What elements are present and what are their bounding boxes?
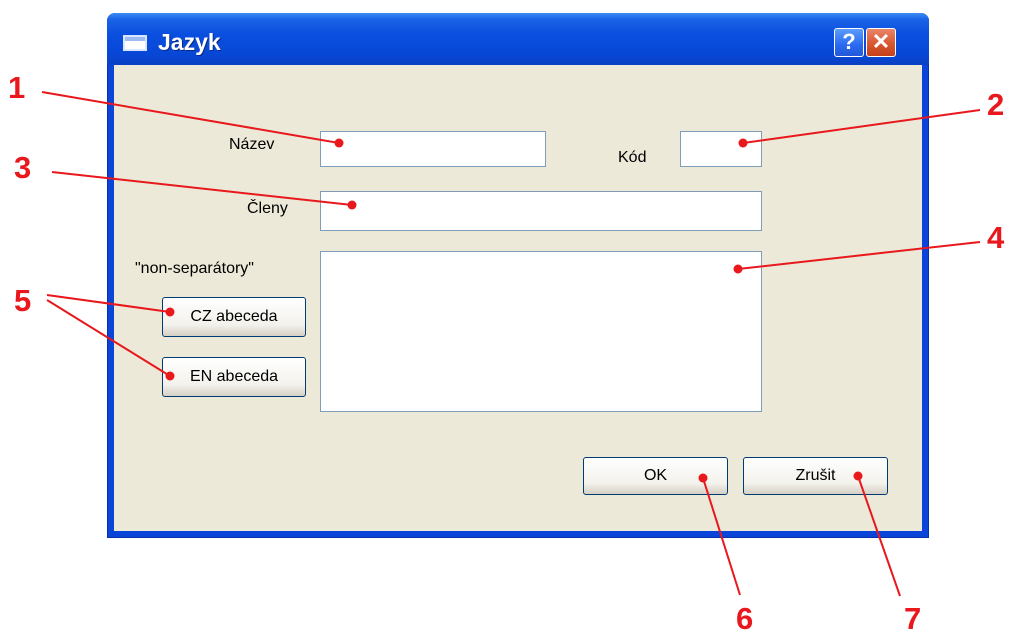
window-icon: [123, 35, 147, 51]
callout-number-2: 2: [987, 87, 1005, 122]
nazev-input[interactable]: [320, 131, 546, 167]
nonseparatory-label: "non-separátory": [135, 260, 254, 277]
callout-number-7: 7: [904, 601, 922, 636]
en-abeceda-button[interactable]: EN abeceda: [162, 357, 306, 397]
nonseparatory-textarea[interactable]: [320, 251, 762, 412]
title-bar[interactable]: Jazyk ? ✕: [107, 13, 929, 65]
cancel-button[interactable]: Zrušit: [743, 457, 888, 495]
kod-input[interactable]: [680, 131, 762, 167]
callout-number-5: 5: [14, 283, 32, 318]
callout-number-3: 3: [14, 150, 32, 185]
window-title: Jazyk: [158, 29, 221, 55]
cleny-label: Členy: [247, 200, 288, 217]
kod-label: Kód: [618, 149, 647, 166]
callout-number-4: 4: [987, 220, 1005, 255]
ok-button[interactable]: OK: [583, 457, 728, 495]
close-button[interactable]: ✕: [866, 28, 896, 57]
nazev-label: Název: [229, 136, 275, 153]
callout-number-1: 1: [8, 70, 26, 105]
cleny-input[interactable]: [320, 191, 762, 231]
callout-number-6: 6: [736, 601, 754, 636]
help-button[interactable]: ?: [834, 28, 864, 57]
cz-abeceda-button[interactable]: CZ abeceda: [162, 297, 306, 337]
